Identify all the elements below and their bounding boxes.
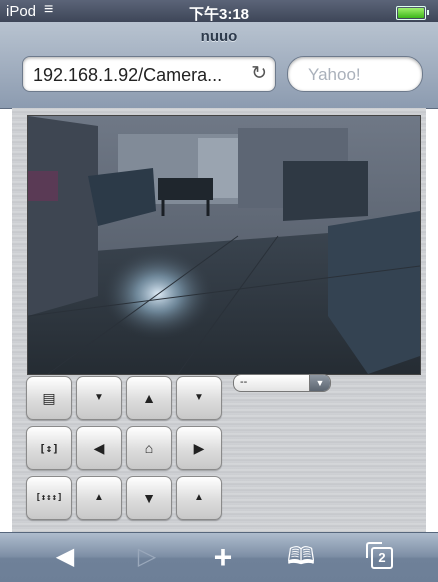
- zoom-button[interactable]: [↕]: [26, 426, 72, 470]
- forward-button[interactable]: ▷: [127, 541, 167, 573]
- preset-select[interactable]: -- ▼: [233, 374, 331, 392]
- menu-button[interactable]: ▤: [26, 376, 72, 420]
- tilt-up-button[interactable]: ▲: [126, 376, 172, 420]
- page-title: nuuo: [200, 28, 238, 45]
- add-bookmark-button[interactable]: +: [203, 541, 243, 573]
- pan-left-button[interactable]: ◀: [76, 426, 122, 470]
- arrow-up-icon: ▲: [142, 390, 156, 406]
- arrow-down-right-icon: ▼: [194, 392, 204, 403]
- open-book-icon: 🕮: [286, 543, 316, 570]
- forward-arrow-icon: ▷: [137, 543, 157, 570]
- home-button[interactable]: ⌂: [126, 426, 172, 470]
- battery-icon: [396, 6, 429, 20]
- address-bar[interactable]: 192.168.1.92/Camera... ↻: [22, 56, 276, 92]
- pan-up-left-button[interactable]: ▼: [76, 376, 122, 420]
- list-icon: ▤: [42, 390, 56, 406]
- status-bar: iPod ≡ 下午3:18: [0, 0, 438, 23]
- pan-down-left-button[interactable]: ▲: [76, 476, 122, 520]
- back-arrow-icon: ◀: [55, 543, 75, 570]
- arrow-up-left-icon: ▲: [94, 492, 104, 503]
- home-icon: ⌂: [144, 440, 154, 456]
- focus-button[interactable]: [↕↕↕]: [26, 476, 72, 520]
- tabs-button[interactable]: 2: [361, 541, 401, 573]
- chevron-down-icon[interactable]: ▼: [309, 375, 330, 391]
- bookmarks-button[interactable]: 🕮: [281, 541, 321, 573]
- arrow-right-icon: ▶: [193, 440, 205, 456]
- search-placeholder[interactable]: Yahoo!: [308, 65, 361, 85]
- arrow-down-left-icon: ▼: [94, 392, 104, 403]
- clock: 下午3:18: [188, 6, 250, 23]
- pan-right-button[interactable]: ▶: [176, 426, 222, 470]
- pan-up-right-button[interactable]: ▼: [176, 376, 222, 420]
- pan-down-right-button[interactable]: ▲: [176, 476, 222, 520]
- search-field[interactable]: Yahoo!: [287, 56, 423, 92]
- focus-icon: [↕↕↕]: [35, 493, 63, 503]
- preset-value: --: [240, 376, 248, 388]
- url-text[interactable]: 192.168.1.92/Camera...: [33, 65, 222, 86]
- browser-header: nuuo 192.168.1.92/Camera... ↻ Yahoo!: [0, 22, 438, 109]
- browser-toolbar: ◀ ▷ + 🕮 2: [0, 532, 438, 582]
- camera-feed: [27, 115, 421, 375]
- plus-icon: +: [213, 539, 233, 575]
- zoom-icon: [↕]: [39, 441, 59, 455]
- page-content: ▤ ▼ ▲ ▼ -- ▼ [↕] ◀ ⌂ ▶ [↕↕↕] ▲ ▼ ▲: [12, 108, 426, 532]
- arrow-left-icon: ◀: [93, 440, 105, 456]
- back-button[interactable]: ◀: [45, 541, 85, 573]
- arrow-down-icon: ▼: [142, 490, 156, 506]
- tilt-down-button[interactable]: ▼: [126, 476, 172, 520]
- tabs-icon: 2: [366, 542, 393, 569]
- reload-icon[interactable]: ↻: [251, 62, 267, 85]
- arrow-up-right-icon: ▲: [194, 492, 204, 503]
